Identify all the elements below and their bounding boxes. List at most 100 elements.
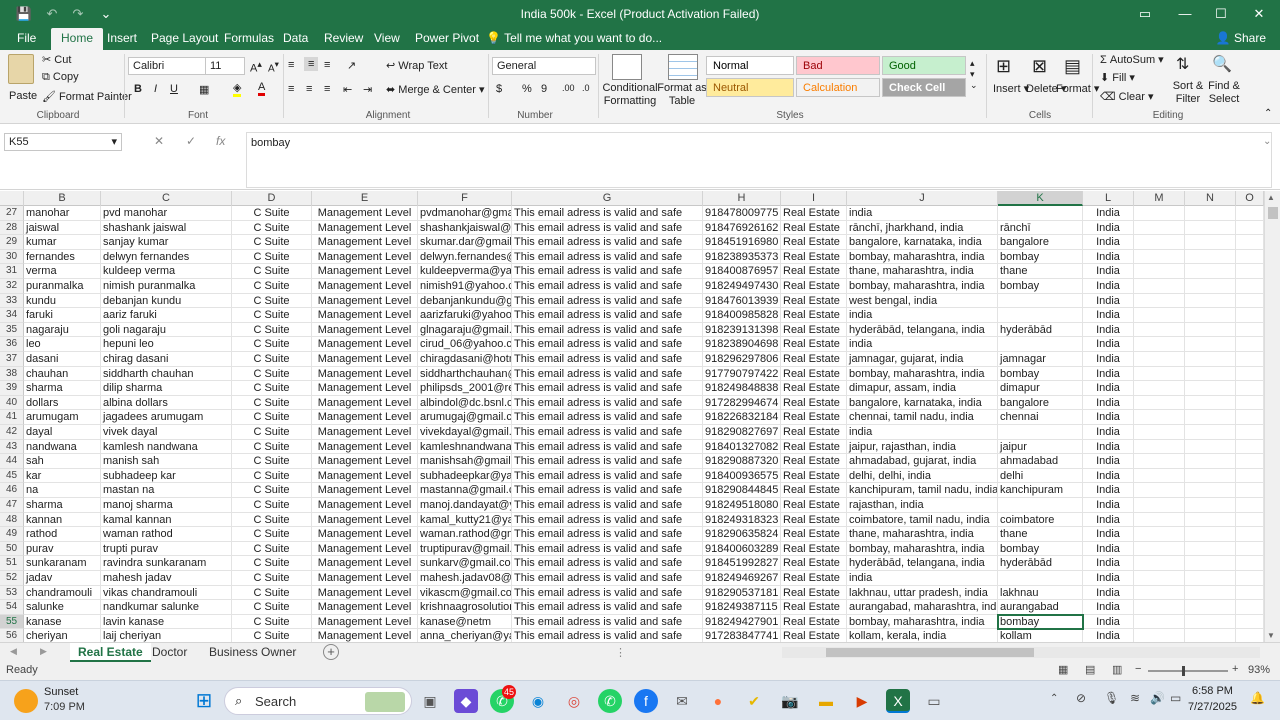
row-header[interactable]: 56 xyxy=(0,629,24,642)
cell-j[interactable]: hyderābād, telangana, india xyxy=(847,322,998,338)
cell-c[interactable]: pvd manohar xyxy=(101,206,232,221)
cell-i[interactable]: Real Estate xyxy=(781,585,847,601)
zoom-slider-thumb[interactable] xyxy=(1182,666,1185,676)
cell-h[interactable]: 918476013939 xyxy=(703,293,781,309)
cell-c[interactable]: chirag dasani xyxy=(101,352,232,367)
cell-f[interactable]: glnagaraju@gmail.c xyxy=(418,322,512,338)
cell-h[interactable]: 918249387115 xyxy=(703,600,781,615)
facebook-icon[interactable]: f xyxy=(634,689,658,713)
insert-function-icon[interactable]: fx xyxy=(216,134,225,148)
row-header[interactable]: 27 xyxy=(0,206,24,221)
cell-b[interactable]: rathod xyxy=(24,527,101,542)
cell-b[interactable]: kannan xyxy=(24,512,101,528)
cell-k[interactable]: chennai xyxy=(998,410,1083,425)
cell-i[interactable]: Real Estate xyxy=(781,439,847,455)
cell-i[interactable]: Real Estate xyxy=(781,206,847,221)
wrap-text-button[interactable]: ↩ Wrap Text xyxy=(386,59,447,72)
column-header-f[interactable]: F xyxy=(418,191,512,206)
battery-icon[interactable]: ▭ xyxy=(1170,691,1181,705)
cell-n[interactable] xyxy=(1185,235,1236,250)
cell-i[interactable]: Real Estate xyxy=(781,322,847,338)
cell-k[interactable]: bombay xyxy=(998,366,1083,382)
cell-n[interactable] xyxy=(1185,322,1236,338)
cell-c[interactable]: trupti purav xyxy=(101,541,232,557)
cell-e[interactable]: Management Level xyxy=(312,498,418,513)
cell-h[interactable]: 918451992827 xyxy=(703,556,781,571)
cell-o[interactable] xyxy=(1236,512,1264,528)
cell-d[interactable]: C Suite xyxy=(232,279,312,294)
cell-j[interactable]: india xyxy=(847,571,998,586)
align-top-icon[interactable]: ≡ xyxy=(288,59,294,71)
cell-l[interactable]: India xyxy=(1083,498,1134,513)
cell-l[interactable]: India xyxy=(1083,264,1134,279)
column-header-i[interactable]: I xyxy=(781,191,847,206)
cell-i[interactable]: Real Estate xyxy=(781,541,847,557)
cell-c[interactable]: mahesh jadav xyxy=(101,571,232,586)
cell-l[interactable]: India xyxy=(1083,322,1134,338)
cell-n[interactable] xyxy=(1185,206,1236,221)
cell-o[interactable] xyxy=(1236,454,1264,469)
cell-j[interactable]: bombay, maharashtra, india xyxy=(847,249,998,265)
decrease-decimal-icon[interactable]: .0 xyxy=(582,83,590,93)
cell-j[interactable]: bangalore, karnataka, india xyxy=(847,235,998,250)
cell-e[interactable]: Management Level xyxy=(312,454,418,469)
cell-d[interactable]: C Suite xyxy=(232,454,312,469)
align-right-icon[interactable]: ≡ xyxy=(324,83,330,95)
cell-g[interactable]: This email adress is valid and safe xyxy=(512,527,703,542)
row-header[interactable]: 31 xyxy=(0,264,24,279)
cell-l[interactable]: India xyxy=(1083,454,1134,469)
insert-cells-icon[interactable]: ⊞ xyxy=(996,56,1011,77)
cell-n[interactable] xyxy=(1185,220,1236,236)
fill-button[interactable]: ⬇ Fill ▾ xyxy=(1100,71,1135,84)
name-box[interactable]: K55 ▾ xyxy=(4,133,122,151)
windows-start-icon[interactable]: ⊞ xyxy=(192,689,216,713)
cell-e[interactable]: Management Level xyxy=(312,308,418,323)
cell-f[interactable]: manoj.dandayat@y xyxy=(418,498,512,513)
column-header-c[interactable]: C xyxy=(101,191,232,206)
cell-m[interactable] xyxy=(1134,629,1185,642)
horizontal-scrollbar[interactable] xyxy=(782,647,1260,658)
number-format-select[interactable]: General xyxy=(492,57,596,75)
cell-m[interactable] xyxy=(1134,293,1185,309)
cell-g[interactable]: This email adress is valid and safe xyxy=(512,308,703,323)
cell-i[interactable]: Real Estate xyxy=(781,425,847,440)
cell-c[interactable]: manish sah xyxy=(101,454,232,469)
cell-f[interactable]: subhadeepkar@yah xyxy=(418,468,512,484)
cell-h[interactable]: 918290537181 xyxy=(703,585,781,601)
tab-power-pivot[interactable]: Power Pivot xyxy=(415,28,479,50)
cell-g[interactable]: This email adress is valid and safe xyxy=(512,337,703,352)
close-button[interactable]: ✕ xyxy=(1236,0,1280,28)
cell-k[interactable]: jamnagar xyxy=(998,352,1083,367)
normal-view-icon[interactable]: ▦ xyxy=(1058,663,1068,676)
copilot-icon[interactable]: ◆ xyxy=(454,689,478,713)
cell-m[interactable] xyxy=(1134,527,1185,542)
cell-m[interactable] xyxy=(1134,308,1185,323)
cell-d[interactable]: C Suite xyxy=(232,585,312,601)
cell-h[interactable]: 917282994674 xyxy=(703,395,781,411)
cell-k[interactable]: hyderābād xyxy=(998,556,1083,571)
cell-l[interactable]: India xyxy=(1083,614,1134,630)
cell-f[interactable]: skumar.dar@gmail. xyxy=(418,235,512,250)
sheet-tab-business-owner[interactable]: Business Owner xyxy=(201,643,304,662)
currency-button[interactable]: $ xyxy=(496,83,502,95)
row-header[interactable]: 45 xyxy=(0,468,24,484)
cell-i[interactable]: Real Estate xyxy=(781,527,847,542)
cell-j[interactable]: bombay, maharashtra, india xyxy=(847,279,998,294)
cell-g[interactable]: This email adress is valid and safe xyxy=(512,381,703,396)
cell-h[interactable]: 918290844845 xyxy=(703,483,781,498)
cell-g[interactable]: This email adress is valid and safe xyxy=(512,483,703,498)
taskbar-search-box[interactable]: ⌕ Search xyxy=(224,687,412,715)
cell-n[interactable] xyxy=(1185,352,1236,367)
cell-n[interactable] xyxy=(1185,293,1236,309)
cell-m[interactable] xyxy=(1134,220,1185,236)
notification-bell-icon[interactable]: 🔔 xyxy=(1250,691,1265,705)
style-check-cell[interactable]: Check Cell xyxy=(882,78,966,97)
cell-i[interactable]: Real Estate xyxy=(781,600,847,615)
column-header-e[interactable]: E xyxy=(312,191,418,206)
cell-o[interactable] xyxy=(1236,293,1264,309)
cell-f[interactable]: philipsds_2001@re xyxy=(418,381,512,396)
row-header[interactable]: 42 xyxy=(0,425,24,440)
cell-i[interactable]: Real Estate xyxy=(781,235,847,250)
cell-n[interactable] xyxy=(1185,337,1236,352)
copy-button[interactable]: ⧉ Copy xyxy=(42,71,79,84)
